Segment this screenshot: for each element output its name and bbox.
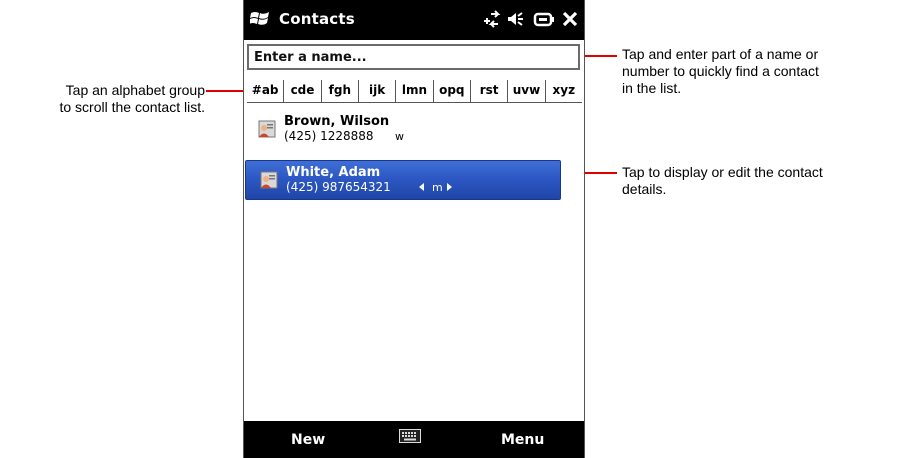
alpha-group-lmn[interactable]: lmn: [396, 80, 434, 102]
annotation-line: number to quickly find a contact: [622, 63, 819, 79]
annotation-line: Tap and enter part of a name or: [622, 46, 819, 62]
data-sync-icon[interactable]: [481, 8, 501, 30]
annotation-contact: Tap to display or edit the contact detai…: [622, 164, 823, 198]
annotation-line: to scroll the contact list.: [59, 99, 205, 115]
alpha-group-uvw[interactable]: uvw: [508, 80, 546, 102]
annotation-line: Tap to display or edit the contact: [622, 164, 823, 180]
annotation-line: details.: [622, 181, 667, 197]
app-title: Contacts: [279, 10, 355, 28]
annotation-search: Tap and enter part of a name or number t…: [622, 46, 819, 97]
annotation-line: in the list.: [622, 80, 682, 96]
contact-name: Brown, Wilson: [284, 114, 390, 129]
alpha-group-cde[interactable]: cde: [284, 80, 322, 102]
volume-icon[interactable]: [507, 8, 527, 30]
contact-name: White, Adam: [286, 165, 381, 180]
windows-start-icon[interactable]: [250, 10, 270, 28]
alphabet-group-bar: #ab cde fgh ijk lmn opq rst uvw xyz: [247, 80, 582, 102]
phone-screen: Contacts Enter a name... #ab cde fgh ijk…: [243, 0, 585, 458]
battery-icon[interactable]: [533, 8, 555, 30]
new-softkey[interactable]: New: [291, 432, 325, 448]
annotation-line: Tap an alphabet group: [65, 82, 205, 98]
alphabet-divider: [247, 102, 582, 103]
contact-card-icon: [260, 171, 278, 189]
alpha-group-ijk[interactable]: ijk: [359, 80, 397, 102]
contact-phone: (425) 1228888: [284, 129, 374, 143]
contact-phone: (425) 987654321: [286, 180, 391, 194]
contact-card-icon: [258, 120, 276, 138]
alpha-group-opq[interactable]: opq: [434, 80, 471, 102]
contact-list-item[interactable]: Brown, Wilson (425) 1228888 w: [244, 110, 562, 148]
keyboard-icon[interactable]: [399, 429, 421, 443]
alpha-group-xyz[interactable]: xyz: [546, 80, 582, 102]
softkey-bar: New Menu: [244, 421, 584, 458]
previous-number-arrow-icon[interactable]: [419, 183, 424, 191]
alpha-group-fgh[interactable]: fgh: [322, 80, 359, 102]
menu-softkey[interactable]: Menu: [501, 432, 544, 448]
contact-phone-type: m: [432, 181, 443, 194]
close-icon[interactable]: [561, 8, 579, 30]
contact-list-item-selected[interactable]: White, Adam (425) 987654321 m: [245, 160, 561, 200]
contact-phone-type: w: [395, 130, 404, 143]
title-bar: Contacts: [244, 0, 584, 40]
alpha-group-ab[interactable]: #ab: [247, 80, 285, 102]
annotation-alphabet: Tap an alphabet group to scroll the cont…: [5, 82, 205, 116]
alpha-group-rst[interactable]: rst: [471, 80, 509, 102]
next-number-arrow-icon[interactable]: [447, 183, 452, 191]
search-input[interactable]: Enter a name...: [247, 44, 580, 70]
search-placeholder: Enter a name...: [254, 49, 367, 65]
